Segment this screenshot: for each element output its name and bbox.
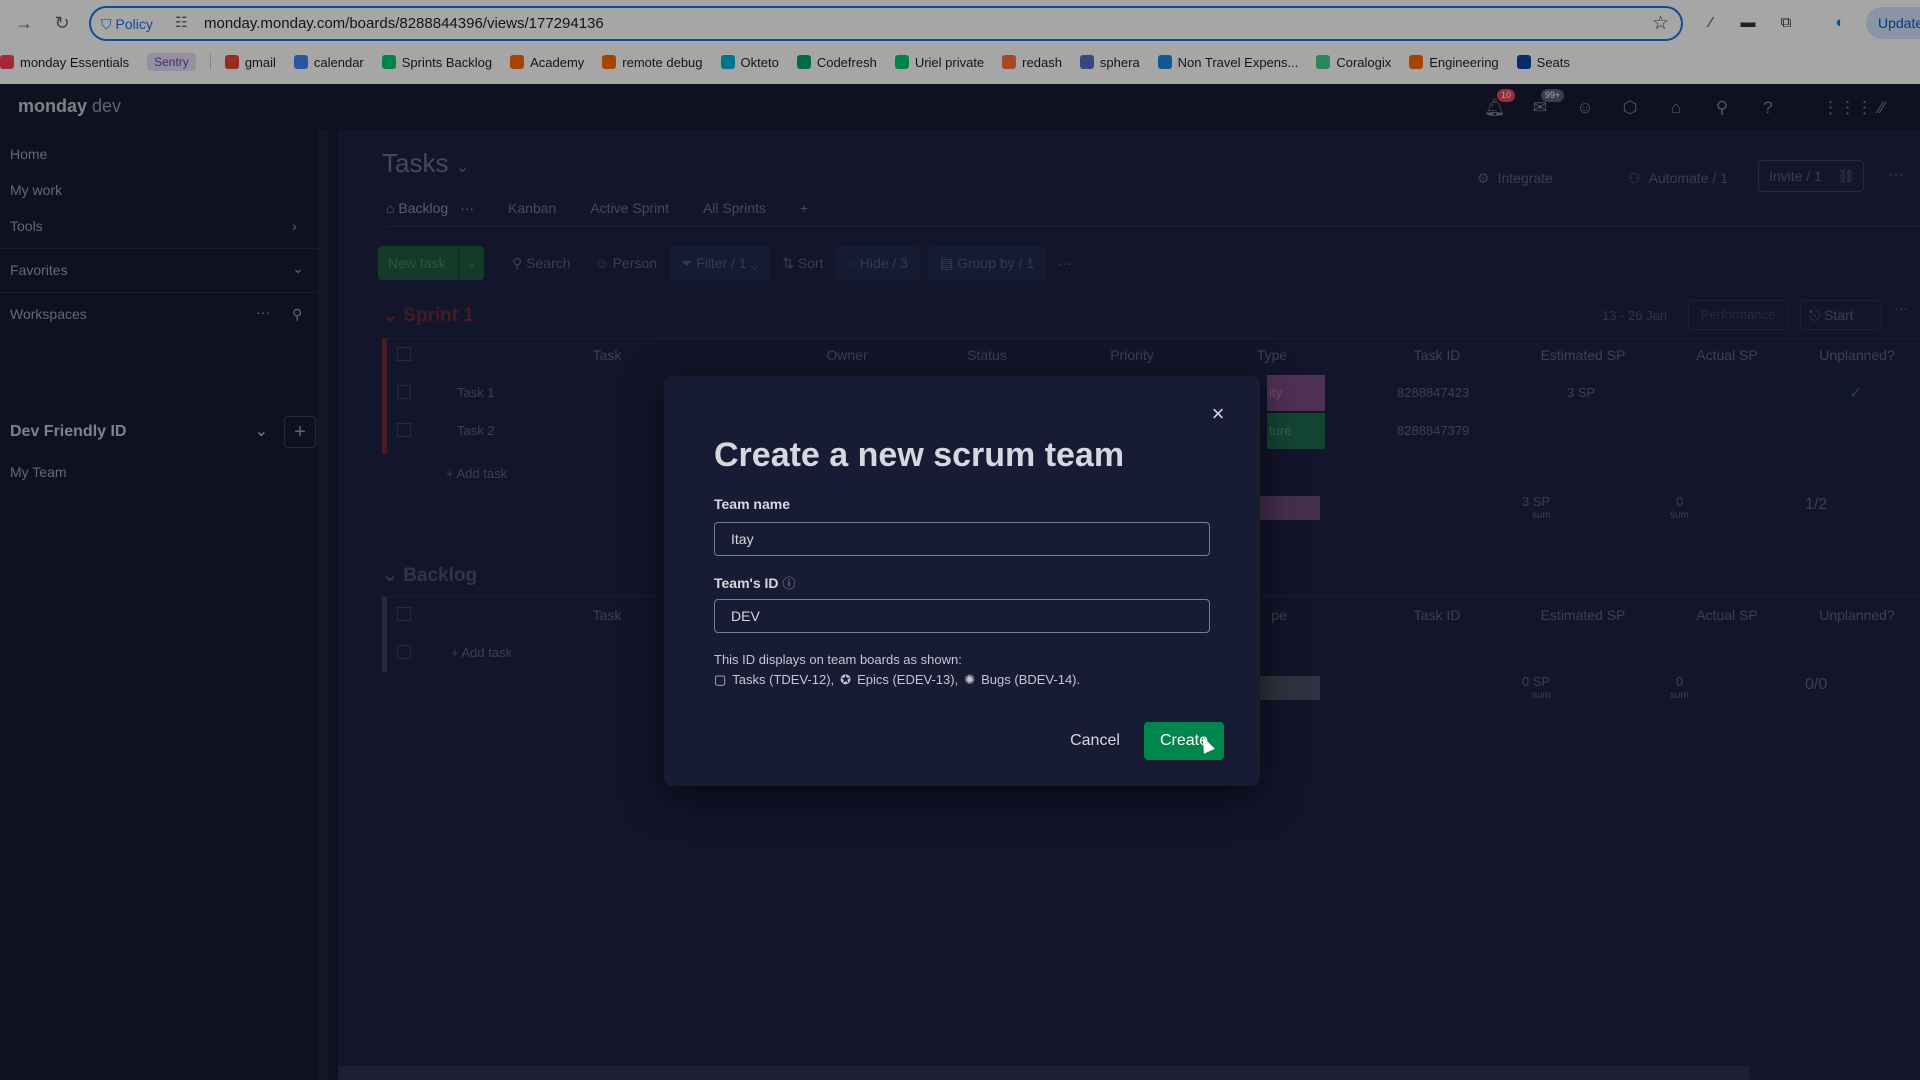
team-name-input[interactable] — [714, 522, 1210, 556]
task-icon: ▢ — [714, 672, 727, 687]
help-description: This ID displays on team boards as shown… — [714, 652, 962, 667]
create-scrum-team-dialog: × Create a new scrum team Team name Team… — [664, 376, 1260, 786]
close-icon[interactable]: × — [1206, 402, 1230, 426]
team-id-label: Team's ID ⓘ — [714, 575, 796, 591]
team-name-label: Team name — [714, 496, 790, 512]
team-id-help-text: This ID displays on team boards as shown… — [714, 650, 1080, 690]
cancel-button[interactable]: Cancel — [1060, 723, 1130, 759]
epic-icon: ✪ — [840, 672, 852, 687]
info-icon[interactable]: ⓘ — [782, 576, 795, 591]
bug-icon: ✺ — [964, 672, 976, 687]
team-id-input[interactable] — [714, 599, 1210, 633]
id-examples: ▢ Tasks (TDEV-12), ✪ Epics (EDEV-13), ✺ Bug… — [714, 670, 1080, 690]
dialog-title: Create a new scrum team — [714, 436, 1125, 474]
create-button[interactable]: Create — [1144, 722, 1224, 760]
